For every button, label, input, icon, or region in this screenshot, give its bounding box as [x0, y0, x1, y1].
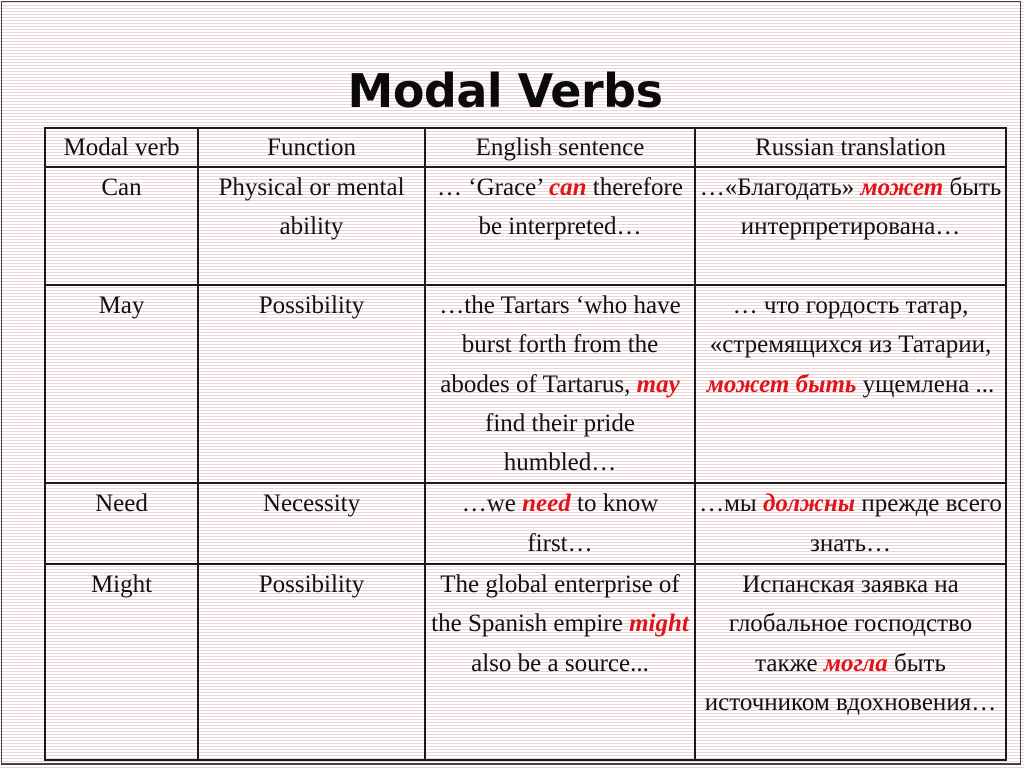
cell-english-sentence: …the Tartars ‘who have burst forth from …: [424, 283, 696, 485]
russian-highlighted-modal: может: [860, 174, 944, 201]
russian-text-before: …«Благодать»: [699, 174, 861, 201]
cell-russian-translation: Испанская заявка на глобальное господств…: [694, 563, 1007, 762]
header-russian-translation: Russian translation: [694, 127, 1007, 168]
header-english-sentence: English sentence: [424, 127, 696, 168]
english-highlighted-modal: might: [629, 610, 689, 638]
russian-text-before: … что гордость татар, «стремящихся из Та…: [709, 292, 992, 359]
cell-russian-translation: …мы должны прежде всего знать…: [694, 482, 1007, 566]
cell-modal-verb: May: [44, 283, 199, 485]
cell-function: Possibility: [197, 563, 426, 762]
english-text-before: …we: [461, 490, 523, 518]
cell-english-sentence: … ‘Grace’ can therefore be interpreted…: [424, 166, 696, 286]
english-text-after: find their pride humbled…: [485, 409, 635, 477]
english-highlighted-modal: need: [522, 490, 571, 518]
table-row: Might Possibility The global enterprise …: [44, 563, 1007, 762]
cell-modal-verb: Can: [44, 166, 199, 286]
cell-russian-translation: … что гордость татар, «стремящихся из Та…: [694, 283, 1007, 485]
cell-function: Possibility: [197, 283, 426, 485]
english-text-before: … ‘Grace’: [437, 174, 549, 201]
russian-highlighted-modal: могла: [823, 649, 888, 677]
russian-text-before: …мы: [699, 490, 763, 518]
table-row: May Possibility …the Tartars ‘who have b…: [44, 283, 1007, 485]
cell-english-sentence: …we need to know first…: [424, 482, 696, 566]
cell-english-sentence: The global enterprise of the Spanish emp…: [424, 563, 696, 762]
cell-modal-verb: Might: [44, 563, 199, 762]
table-header-row: Modal verb Function English sentence Rus…: [44, 127, 1007, 168]
modal-verbs-table: Modal verb Function English sentence Rus…: [44, 127, 1007, 762]
russian-text-after: ущемлена ...: [856, 370, 995, 398]
table-row: Can Physical or mental ability … ‘Grace’…: [44, 166, 1007, 286]
table-row: Need Necessity …we need to know first… ……: [44, 482, 1007, 566]
cell-function: Necessity: [197, 482, 426, 566]
cell-function: Physical or mental ability: [197, 166, 426, 286]
cell-russian-translation: …«Благодать» может быть интерпретирована…: [694, 166, 1007, 286]
english-text-after: also be a source...: [471, 649, 649, 677]
cell-modal-verb: Need: [44, 482, 199, 566]
english-highlighted-modal: may: [636, 370, 680, 398]
russian-highlighted-modal: должны: [762, 490, 856, 518]
slide-title: Modal Verbs: [347, 63, 663, 118]
english-highlighted-modal: can: [549, 174, 587, 201]
header-function: Function: [197, 127, 426, 168]
header-modal-verb: Modal verb: [44, 127, 199, 168]
russian-highlighted-modal: может быть: [706, 370, 857, 398]
